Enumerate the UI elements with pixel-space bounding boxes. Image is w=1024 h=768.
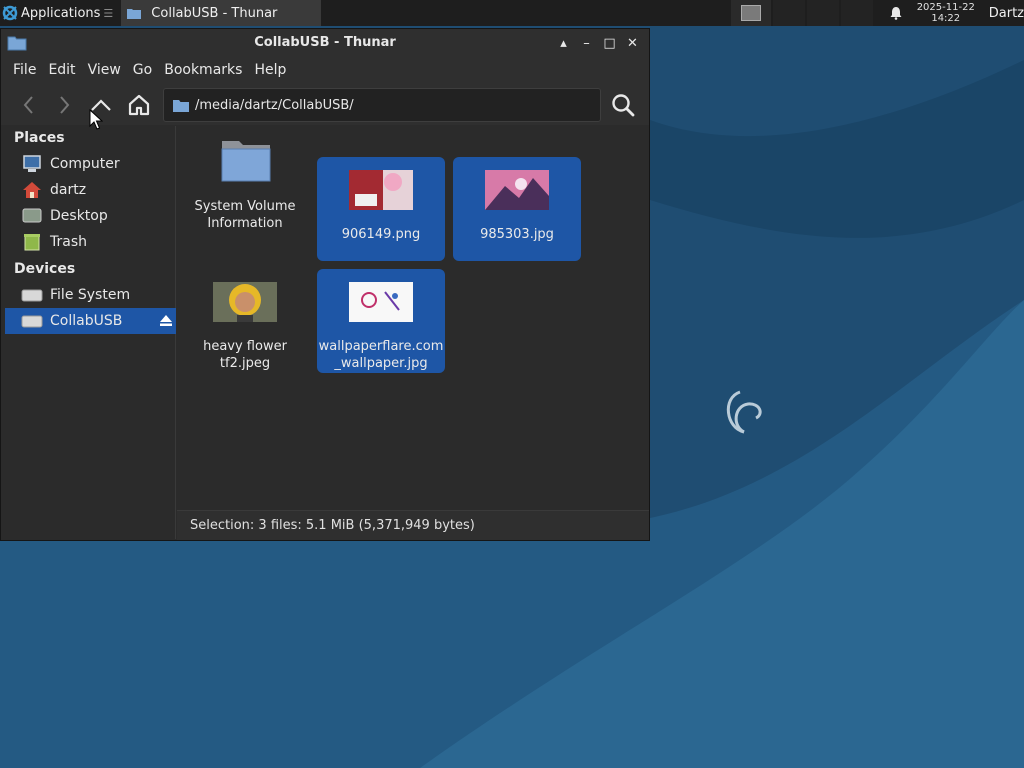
file-label: System Volume Information (194, 199, 296, 231)
file-item-heavy-flower-tf2-jpeg[interactable]: heavy flower tf2.jpeg (181, 269, 309, 373)
user-menu[interactable]: Dartz (989, 6, 1024, 21)
workspace-4[interactable] (840, 0, 873, 26)
bell-icon (890, 7, 902, 20)
sidebar-heading-devices: Devices (14, 261, 76, 277)
file-label: wallpaperflare.com _wallpaper.jpg (318, 339, 444, 371)
location-path: /media/dartz/CollabUSB/ (195, 97, 354, 113)
image-thumbnail (213, 282, 277, 322)
sidebar-item-label: Computer (50, 156, 120, 172)
top-panel: Applications ☰ CollabUSB - Thunar 2025-1… (0, 0, 1024, 26)
forward-button[interactable] (50, 91, 78, 119)
xfce-logo-icon (2, 5, 18, 21)
folder-icon (173, 99, 189, 112)
sidebar-item-dartz[interactable]: dartz (5, 177, 176, 203)
location-bar[interactable]: /media/dartz/CollabUSB/ (163, 88, 601, 122)
sidebar-item-label: File System (50, 287, 131, 303)
folder-icon (221, 141, 271, 182)
taskbar-button-label: CollabUSB - Thunar (151, 5, 278, 21)
sidebar-heading-places: Places (14, 130, 65, 146)
workspace-3[interactable] (806, 0, 839, 26)
file-item-system-volume-information[interactable]: System Volume Information (181, 129, 309, 233)
home-button[interactable] (125, 91, 153, 119)
notifications-button[interactable] (881, 0, 911, 26)
sidebar-item-collabusb[interactable]: CollabUSB (5, 308, 176, 334)
desktop-icon (22, 208, 42, 223)
sidebar-item-trash[interactable]: Trash (5, 229, 176, 255)
sidebar-item-computer[interactable]: Computer (5, 151, 176, 177)
mouse-cursor-icon (89, 109, 103, 130)
shade-button[interactable]: ▴ (555, 33, 572, 53)
drive-icon (21, 315, 43, 328)
menu-separator-icon: ☰ (103, 6, 114, 20)
menu-file[interactable]: File (7, 62, 42, 78)
file-label: 906149.png (341, 227, 421, 242)
applications-menu[interactable]: Applications ☰ (0, 0, 117, 26)
applications-label: Applications (21, 5, 101, 21)
image-thumbnail (349, 170, 413, 210)
trash-icon (24, 234, 40, 251)
sidebar-item-label: dartz (50, 182, 87, 198)
computer-icon (23, 155, 41, 172)
menu-edit[interactable]: Edit (42, 62, 81, 78)
back-button[interactable] (15, 91, 43, 119)
sidebar-item-label: Trash (50, 234, 87, 250)
image-thumbnail (349, 282, 413, 322)
clock[interactable]: 2025-11-22 14:22 (911, 2, 981, 24)
file-label: 985303.jpg (480, 227, 554, 242)
clock-time: 14:22 (931, 13, 961, 24)
drive-icon (21, 289, 43, 302)
workspace-1[interactable] (730, 0, 771, 26)
file-item-985303-jpg[interactable]: 985303.jpg (453, 157, 581, 261)
home-icon (128, 94, 150, 116)
folder-icon (127, 9, 142, 19)
close-button[interactable]: ✕ (624, 33, 641, 53)
maximize-button[interactable]: □ (601, 33, 618, 53)
file-item-906149-png[interactable]: 906149.png (317, 157, 445, 261)
search-icon (612, 94, 635, 117)
menu-bar: File Edit View Go Bookmarks Help (1, 57, 649, 83)
eject-icon[interactable] (159, 313, 173, 327)
window-title: CollabUSB - Thunar (254, 35, 396, 50)
menu-help[interactable]: Help (248, 62, 292, 78)
file-icon-view[interactable]: System Volume Information 906149.png 985… (177, 126, 649, 509)
file-item-wallpaperflare-jpg[interactable]: wallpaperflare.com _wallpaper.jpg (317, 269, 445, 373)
thunar-window: CollabUSB - Thunar ▴ – □ ✕ File Edit Vie… (0, 28, 650, 541)
menu-view[interactable]: View (82, 62, 127, 78)
file-label: heavy flower tf2.jpeg (203, 339, 287, 371)
clock-date: 2025-11-22 (916, 2, 975, 13)
workspace-preview (740, 5, 761, 21)
window-titlebar[interactable]: CollabUSB - Thunar ▴ – □ ✕ (1, 29, 649, 57)
status-text: Selection: 3 files: 5.1 MiB (5,371,949 b… (190, 518, 475, 533)
chevron-left-icon (23, 96, 33, 114)
sidebar: Places Computer dartz Desktop Trash Devi… (5, 126, 176, 539)
sidebar-item-label: Desktop (50, 208, 108, 224)
search-button[interactable] (607, 89, 639, 121)
taskbar-button-thunar[interactable]: CollabUSB - Thunar (121, 0, 322, 26)
minimize-button[interactable]: – (578, 33, 595, 53)
status-bar: Selection: 3 files: 5.1 MiB (5,371,949 b… (177, 510, 649, 540)
sidebar-item-label: CollabUSB (50, 313, 123, 329)
workspace-2[interactable] (772, 0, 805, 26)
chevron-right-icon (60, 96, 70, 114)
menu-bookmarks[interactable]: Bookmarks (158, 62, 248, 78)
sidebar-item-file-system[interactable]: File System (5, 282, 176, 308)
sidebar-item-desktop[interactable]: Desktop (5, 203, 176, 229)
menu-go[interactable]: Go (127, 62, 158, 78)
panel-spacer (321, 0, 730, 26)
image-thumbnail (485, 170, 549, 210)
home-icon (23, 182, 41, 198)
